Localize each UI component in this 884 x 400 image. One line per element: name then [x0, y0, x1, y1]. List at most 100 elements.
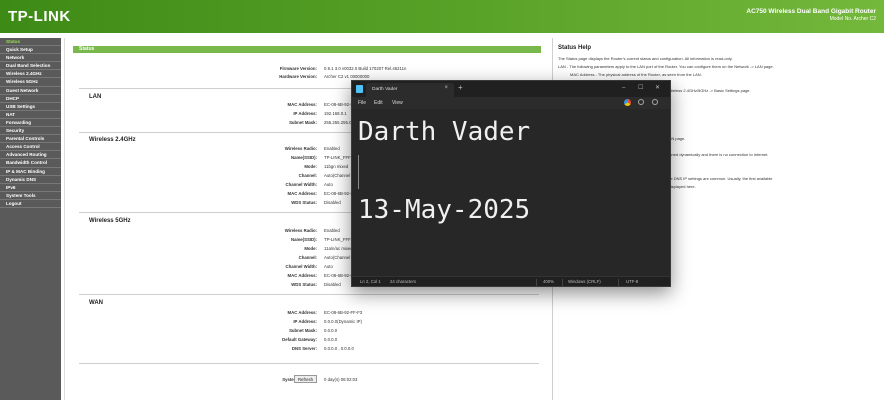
sidebar-item-usb[interactable]: USB Settings — [0, 103, 61, 111]
zoom-level[interactable]: 400% — [543, 279, 554, 284]
page-title: Status — [73, 46, 541, 53]
minimize-icon[interactable]: – — [622, 84, 625, 92]
w5-mode-value: 11a/n/ac mixed — [324, 246, 353, 251]
sidebar-item-system-tools[interactable]: System Tools — [0, 192, 61, 200]
w5-wds-label: WDS Status: — [291, 282, 317, 287]
lan-ip-value: 192.168.0.1 — [324, 111, 347, 116]
w5-mac-label: MAC Address: — [287, 273, 317, 278]
menu-view[interactable]: View — [392, 100, 403, 106]
sidebar-item-advanced-routing[interactable]: Advanced Routing — [0, 151, 61, 160]
wan-dns-label: DNS Server: — [291, 346, 317, 351]
divider — [79, 294, 539, 295]
w24-radio-value: Enabled — [324, 146, 340, 151]
sidebar-item-quick-setup[interactable]: Quick Setup — [0, 46, 61, 55]
sidebar-item-ipv6[interactable]: IPv6 — [0, 184, 61, 192]
wan-row: IP Address: 0.0.0.0(Dynamic IP) — [129, 318, 529, 325]
hardware-label: Hardware Version: — [279, 74, 317, 79]
character-count: 24 characters — [390, 279, 417, 284]
help-text: MAC Address - The physical address of th… — [570, 72, 702, 77]
notepad-window: Darth Vader × + – ☐ ✕ File Edit View Dar… — [351, 80, 671, 287]
w24-mode-label: Mode: — [304, 164, 317, 169]
wan-mask-label: Subnet Mask: — [289, 328, 317, 333]
close-window-icon[interactable]: ✕ — [655, 84, 660, 92]
status-separator — [562, 279, 563, 286]
w5-radio-label: Wireless Radio: — [284, 228, 317, 233]
tp-link-logo: TP-LINK — [8, 8, 71, 25]
copilot-icon[interactable] — [624, 99, 631, 106]
sidebar-item-network[interactable]: Network — [0, 54, 61, 63]
status-separator — [618, 279, 619, 286]
encoding[interactable]: UTF-8 — [626, 279, 638, 284]
w24-ssid-label: Name(SSID): — [290, 155, 317, 160]
sidebar-item-ip-mac[interactable]: IP & MAC Binding — [0, 168, 61, 176]
status-separator — [536, 279, 537, 286]
w24-radio-label: Wireless Radio: — [284, 146, 317, 151]
product-info: AC750 Wireless Dual Band Gigabit Router … — [746, 8, 876, 22]
divider — [79, 363, 539, 364]
w24-ssid-value: TP-LINK_FFF2 — [324, 155, 354, 160]
sidebar-item-logout[interactable]: Logout — [0, 200, 61, 208]
text-line-3: 13-May-2025 — [358, 195, 531, 225]
wan-gateway-label: Default Gateway: — [282, 337, 317, 342]
menu-edit[interactable]: Edit — [374, 100, 383, 106]
uptime-row: System Up Time: 0 day(s) 06:02:03 — [129, 376, 529, 383]
sidebar-item-dual-band[interactable]: Dual Band Selection — [0, 62, 61, 71]
wan-row: Default Gateway: 0.0.0.0 — [129, 336, 529, 343]
sidebar-item-wireless-5[interactable]: Wireless 5GHz — [0, 78, 61, 87]
w24-mac-label: MAC Address: — [287, 191, 317, 196]
sidebar-item-wireless-24[interactable]: Wireless 2.4GHz — [0, 70, 61, 79]
wan-mac-label: MAC Address: — [287, 310, 317, 315]
lan-ip-label: IP Address: — [293, 111, 317, 116]
w5-ssid-label: Name(SSID): — [290, 237, 317, 242]
sidebar-item-nat[interactable]: NAT — [0, 111, 61, 119]
sidebar-item-dhcp[interactable]: DHCP — [0, 95, 61, 103]
notepad-app-icon — [356, 85, 363, 93]
sidebar-menu: Status Quick Setup Network Dual Band Sel… — [0, 38, 61, 208]
notepad-text-area[interactable]: Darth Vader 13-May-2025 — [352, 109, 670, 276]
wireless24-title: Wireless 2.4GHz — [89, 137, 136, 143]
w5-width-value: Auto — [324, 264, 333, 269]
new-tab-icon[interactable]: + — [458, 84, 463, 92]
uptime-value: 0 day(s) 06:02:03 — [324, 377, 358, 382]
wan-ip-value: 0.0.0.0(Dynamic IP) — [324, 319, 362, 324]
notepad-tab[interactable]: Darth Vader × — [366, 83, 454, 97]
notepad-titlebar[interactable]: Darth Vader × + – ☐ ✕ — [352, 81, 670, 97]
wan-ip-label: IP Address: — [293, 319, 317, 324]
notepad-menubar: File Edit View — [352, 97, 670, 109]
w5-width-label: Channel Width: — [285, 264, 317, 269]
sidebar-item-parental[interactable]: Parental Controls — [0, 135, 61, 144]
cursor-position: Ln 2, Col 1 — [360, 279, 381, 284]
hardware-row: Hardware Version: Archer C2 v1 00000000 — [129, 73, 529, 80]
wan-row: MAC Address: EC-08-6B-92-FF-F3 — [129, 309, 529, 316]
w24-width-value: Auto — [324, 182, 333, 187]
notepad-toolbar-icons — [624, 99, 664, 107]
wireless5-title: Wireless 5GHz — [89, 218, 131, 224]
wan-gateway-value: 0.0.0.0 — [324, 337, 338, 342]
settings-gear-icon[interactable] — [652, 99, 658, 105]
line-ending[interactable]: Windows (CRLF) — [568, 279, 601, 284]
wan-mask-value: 0.0.0.0 — [324, 328, 338, 333]
menu-file[interactable]: File — [358, 100, 366, 106]
sidebar-item-guest-network[interactable]: Guest Network — [0, 87, 61, 95]
w5-mode-label: Mode: — [304, 246, 317, 251]
sidebar-item-status[interactable]: Status — [0, 38, 61, 47]
sidebar-item-access-control[interactable]: Access Control — [0, 143, 61, 152]
maximize-icon[interactable]: ☐ — [638, 84, 643, 92]
tab-close-icon[interactable]: × — [444, 85, 448, 91]
sidebar-item-security[interactable]: Security — [0, 127, 61, 136]
account-icon[interactable] — [638, 99, 644, 105]
wan-title: WAN — [89, 300, 103, 306]
sidebar-item-forwarding[interactable]: Forwarding — [0, 119, 61, 128]
lan-mask-value: 255.255.255.0 — [324, 120, 352, 125]
w5-wds-value: Disabled — [324, 282, 341, 287]
help-title: Status Help — [558, 45, 592, 51]
router-header: TP-LINK AC750 Wireless Dual Band Gigabit… — [0, 0, 884, 33]
wan-dns-value: 0.0.0.0 , 0.0.0.0 — [324, 346, 354, 351]
refresh-button[interactable]: Refresh — [294, 375, 318, 383]
router-sidebar: Status Quick Setup Network Dual Band Sel… — [0, 38, 61, 400]
help-text: The Status page displays the Router's cu… — [558, 56, 733, 61]
text-line-1: Darth Vader — [358, 117, 531, 147]
sidebar-item-bandwidth[interactable]: Bandwidth Control — [0, 159, 61, 168]
sidebar-item-ddns[interactable]: Dynamic DNS — [0, 176, 61, 184]
w24-wds-value: Disabled — [324, 200, 341, 205]
